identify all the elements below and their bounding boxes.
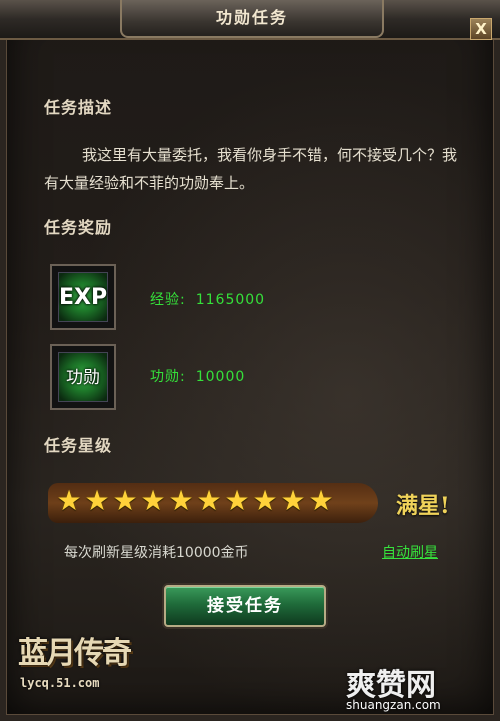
star-icon: ★ [280, 484, 306, 517]
merit-icon-label: 功勋 [58, 352, 108, 402]
game-logo: 蓝月传奇 lycq.51.com [18, 628, 158, 698]
star-icon: ★ [112, 484, 138, 517]
merit-label: 功勋: [150, 369, 186, 385]
logo-url: lycq.51.com [20, 676, 100, 690]
full-star-label: 满星! [396, 493, 450, 519]
merit-reward: 功勋: 10000 [150, 366, 245, 386]
close-button[interactable]: X [470, 18, 492, 40]
window-title: 功勋任务 [215, 8, 288, 27]
watermark: 爽赞网 shuangzan.com [346, 660, 486, 715]
refresh-cost-text: 每次刷新星级消耗10000金币 [64, 545, 249, 561]
star-icon: ★ [196, 484, 222, 517]
exp-value: 1165000 [195, 292, 266, 308]
star-icon: ★ [252, 484, 278, 517]
description-text: 我这里有大量委托，我看你身手不错，何不接受几个？我有大量经验和不菲的功勋奉上。 [44, 146, 458, 192]
star-icon: ★ [308, 484, 334, 517]
title-bar: 功勋任务 X [0, 0, 500, 40]
star-icon: ★ [168, 484, 194, 517]
star-rating: ★ ★ ★ ★ ★ ★ ★ ★ ★ ★ [56, 486, 334, 518]
reward-heading: 任务奖励 [44, 218, 113, 237]
auto-refresh-link[interactable]: 自动刷星 [382, 542, 438, 562]
exp-reward: 经验: 1165000 [150, 289, 265, 309]
exp-icon-label: EXP [58, 272, 108, 322]
merit-icon: 功勋 [50, 344, 116, 410]
exp-icon: EXP [50, 264, 116, 330]
watermark-url: shuangzan.com [346, 698, 441, 712]
logo-text: 蓝月传奇 [18, 636, 132, 671]
star-heading: 任务星级 [44, 436, 113, 455]
star-icon: ★ [84, 484, 110, 517]
star-icon: ★ [140, 484, 166, 517]
exp-label: 经验: [150, 292, 186, 308]
star-icon: ★ [56, 484, 82, 517]
star-icon: ★ [224, 484, 250, 517]
merit-value: 10000 [195, 369, 246, 385]
accept-quest-button[interactable]: 接受任务 [164, 585, 326, 627]
description-heading: 任务描述 [44, 98, 113, 117]
